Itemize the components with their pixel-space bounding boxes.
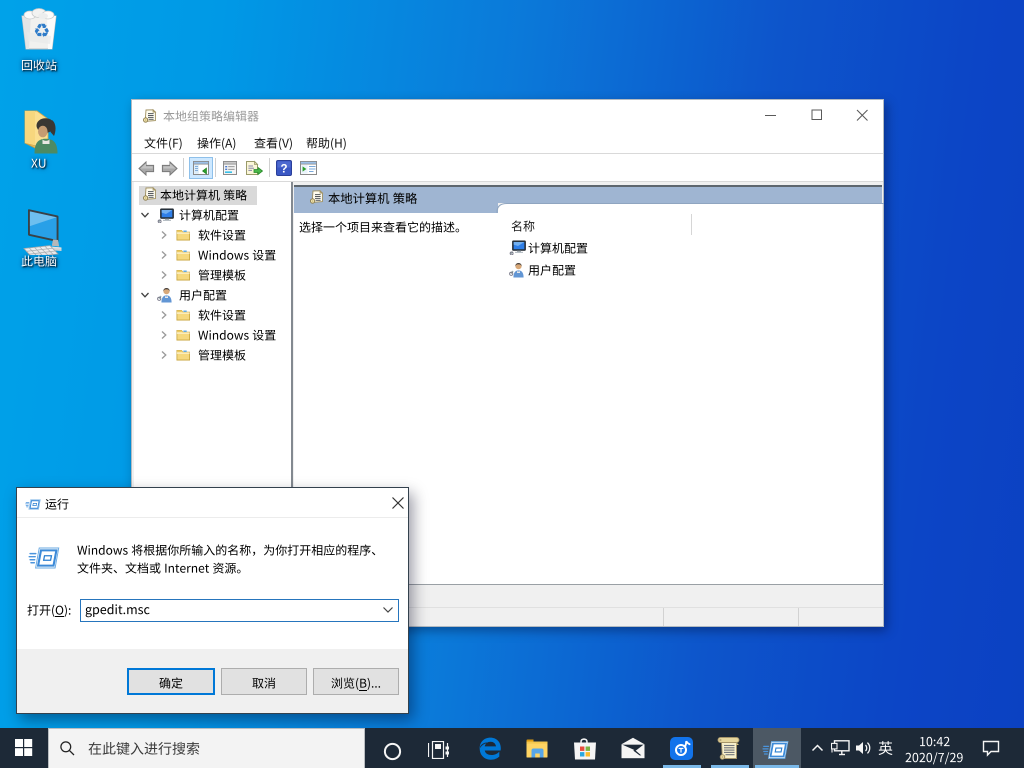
svg-text:?: ?	[280, 163, 287, 175]
